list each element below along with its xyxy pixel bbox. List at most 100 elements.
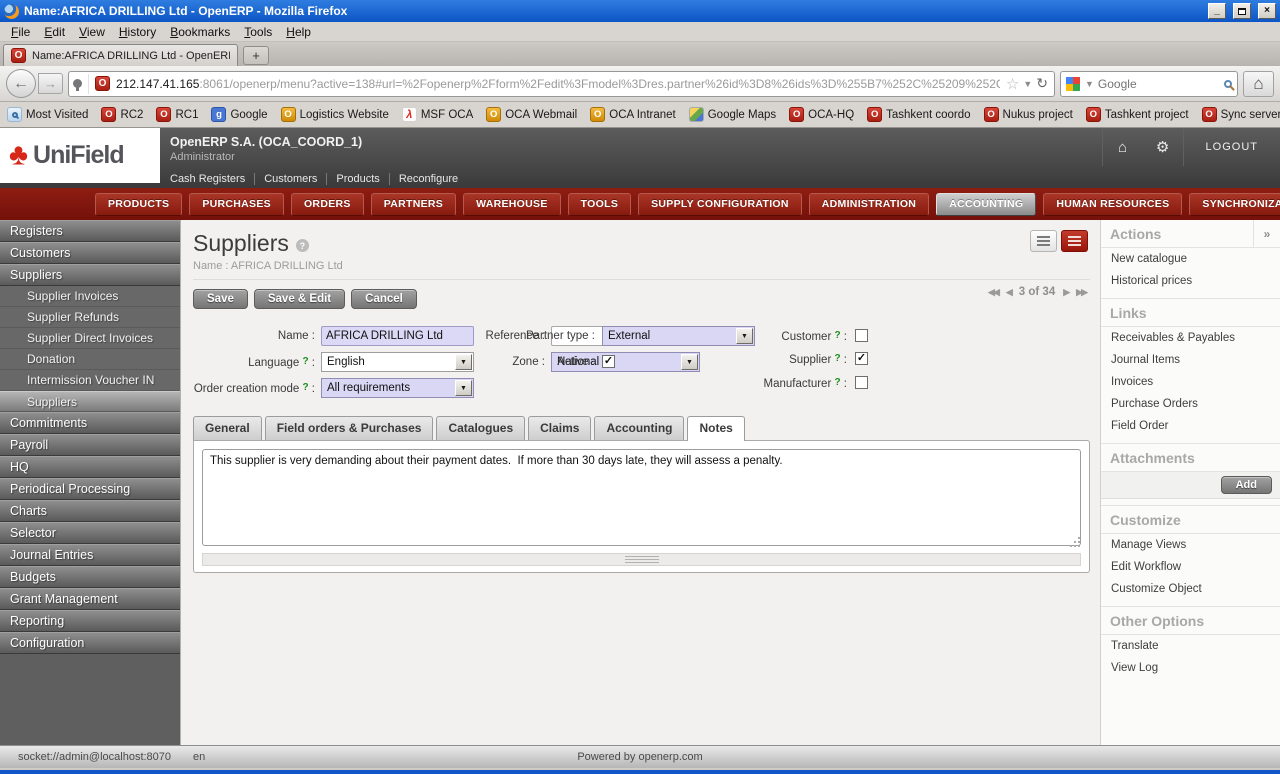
panel-resize-handle[interactable]	[202, 553, 1081, 566]
save-edit-button[interactable]: Save & Edit	[253, 289, 346, 309]
active-checkbox[interactable]	[602, 355, 615, 368]
bookmark-tashkent-coordo[interactable]: O Tashkent coordo	[867, 107, 971, 122]
bookmark-msf-oca[interactable]: λ MSF OCA	[401, 107, 473, 122]
nav-supply-configuration[interactable]: SUPPLY CONFIGURATION	[638, 192, 802, 216]
shortcut-products[interactable]: Products	[327, 173, 390, 185]
bookmark-google[interactable]: g Google	[211, 107, 268, 122]
sidebar-item-budgets[interactable]: Budgets	[0, 566, 180, 588]
nav-warehouse[interactable]: WAREHOUSE	[463, 192, 561, 216]
previous-page-icon[interactable]: ◀	[1006, 287, 1013, 298]
nav-products[interactable]: PRODUCTS	[95, 192, 183, 216]
close-button[interactable]: ×	[1258, 3, 1276, 19]
home-icon[interactable]: ⌂	[1103, 139, 1143, 156]
bookmark-sync-server[interactable]: O Sync server	[1201, 107, 1280, 122]
sidebar-item-selector[interactable]: Selector	[0, 522, 180, 544]
sidebar-item-periodical-processing[interactable]: Periodical Processing	[0, 478, 180, 500]
save-button[interactable]: Save	[193, 289, 248, 309]
sidebar-item-configuration[interactable]: Configuration	[0, 632, 180, 654]
sidebar-item-hq[interactable]: HQ	[0, 456, 180, 478]
sidebar-item-supplier-direct-invoices[interactable]: Supplier Direct Invoices	[0, 328, 180, 349]
reload-icon[interactable]: ↻	[1036, 75, 1048, 92]
search-magnifier-icon[interactable]	[1224, 79, 1232, 88]
nav-human-resources[interactable]: HUMAN RESOURCES	[1043, 192, 1183, 216]
sidebar-item-charts[interactable]: Charts	[0, 500, 180, 522]
shortcut-customers[interactable]: Customers	[255, 173, 328, 185]
sidebar-item-donation[interactable]: Donation	[0, 349, 180, 370]
tab-catalogues[interactable]: Catalogues	[436, 416, 526, 440]
chevron-down-icon[interactable]: ▼	[455, 380, 472, 396]
link-invoices[interactable]: Invoices	[1101, 371, 1280, 393]
sidebar-item-customers[interactable]: Customers	[0, 242, 180, 264]
new-tab-button[interactable]: +	[243, 46, 269, 65]
tab-general[interactable]: General	[193, 416, 262, 440]
bookmark-oca-webmail[interactable]: O OCA Webmail	[486, 107, 577, 122]
site-identity-button[interactable]	[73, 73, 89, 94]
search-engine-dropdown-icon[interactable]: ▼	[1085, 79, 1094, 89]
help-icon[interactable]: ?	[295, 239, 309, 252]
bookmark-star-icon[interactable]: ☆	[1006, 75, 1019, 93]
customize-customize-object[interactable]: Customize Object	[1101, 578, 1280, 600]
minimize-button[interactable]: _	[1208, 3, 1226, 19]
sidebar-item-registers[interactable]: Registers	[0, 220, 180, 242]
bookmark-oca-hq[interactable]: O OCA-HQ	[789, 107, 854, 122]
sidebar-item-payroll[interactable]: Payroll	[0, 434, 180, 456]
next-page-icon[interactable]: ▶	[1063, 287, 1070, 298]
menu-file[interactable]: File	[4, 23, 37, 41]
menu-bookmarks[interactable]: Bookmarks	[163, 23, 237, 41]
sidebar-item-supplier-refunds[interactable]: Supplier Refunds	[0, 307, 180, 328]
notes-textarea[interactable]: This supplier is very demanding about th…	[202, 449, 1081, 546]
bookmark-google-maps[interactable]: Google Maps	[688, 107, 776, 122]
sidebar-item-intermission-voucher-in[interactable]: Intermission Voucher IN	[0, 370, 180, 391]
bookmark-logistics-website[interactable]: O Logistics Website	[280, 107, 389, 122]
tab-claims[interactable]: Claims	[528, 416, 592, 440]
sidebar-item-journal-entries[interactable]: Journal Entries	[0, 544, 180, 566]
bookmark-most-visited[interactable]: Most Visited	[7, 107, 88, 122]
back-button[interactable]: ←	[6, 69, 36, 98]
nav-orders[interactable]: ORDERS	[290, 192, 364, 216]
customize-manage-views[interactable]: Manage Views	[1101, 534, 1280, 556]
sidebar-item-supplier-invoices[interactable]: Supplier Invoices	[0, 286, 180, 307]
action-new-catalogue[interactable]: New catalogue	[1101, 248, 1280, 270]
last-page-icon[interactable]: ▶▶	[1076, 287, 1088, 298]
customer-checkbox[interactable]	[855, 329, 868, 342]
bookmark-tashkent-project[interactable]: O Tashkent project	[1085, 107, 1189, 122]
add-attachment-button[interactable]: Add	[1220, 476, 1272, 494]
restore-button[interactable]	[1233, 3, 1251, 19]
form-view-button[interactable]	[1061, 230, 1088, 252]
nav-synchronization[interactable]: SYNCHRONIZATION	[1189, 192, 1280, 216]
sidebar-item-grant-management[interactable]: Grant Management	[0, 588, 180, 610]
bookmark-oca-intranet[interactable]: O OCA Intranet	[590, 107, 676, 122]
bookmark-nukus-project[interactable]: O Nukus project	[983, 107, 1073, 122]
url-bar[interactable]: O 212.147.41.165:8061/openerp/menu?activ…	[68, 70, 1055, 97]
sidebar-item-suppliers[interactable]: Suppliers	[0, 264, 180, 286]
nav-accounting[interactable]: ACCOUNTING	[936, 192, 1037, 216]
list-view-button[interactable]	[1030, 230, 1057, 252]
sidebar-item-suppliers-selected[interactable]: Suppliers	[0, 391, 180, 412]
link-receivables-payables[interactable]: Receivables & Payables	[1101, 327, 1280, 349]
chevron-down-icon[interactable]: ▼	[681, 354, 698, 370]
order-creation-mode-select[interactable]: All requirements ▼	[321, 378, 474, 398]
menu-view[interactable]: View	[72, 23, 112, 41]
sidebar-item-commitments[interactable]: Commitments	[0, 412, 180, 434]
menu-edit[interactable]: Edit	[37, 23, 72, 41]
customize-edit-workflow[interactable]: Edit Workflow	[1101, 556, 1280, 578]
collapse-panel-icon[interactable]: »	[1253, 220, 1280, 247]
home-button[interactable]: ⌂	[1243, 70, 1274, 97]
search-box[interactable]: ▼	[1060, 70, 1238, 97]
nav-partners[interactable]: PARTNERS	[370, 192, 457, 216]
sidebar-item-reporting[interactable]: Reporting	[0, 610, 180, 632]
link-journal-items[interactable]: Journal Items	[1101, 349, 1280, 371]
browser-tab-active[interactable]: O Name:AFRICA DRILLING Ltd - OpenERP	[3, 44, 238, 66]
manufacturer-checkbox[interactable]	[855, 376, 868, 389]
other-view-log[interactable]: View Log	[1101, 657, 1280, 679]
nav-purchases[interactable]: PURCHASES	[189, 192, 284, 216]
link-field-order[interactable]: Field Order	[1101, 415, 1280, 437]
tab-accounting[interactable]: Accounting	[594, 416, 685, 440]
menu-history[interactable]: History	[112, 23, 163, 41]
menu-tools[interactable]: Tools	[237, 23, 279, 41]
cancel-button[interactable]: Cancel	[351, 289, 417, 309]
bookmark-rc2[interactable]: O RC2	[101, 107, 143, 122]
first-page-icon[interactable]: ◀◀	[988, 287, 1000, 298]
url-text[interactable]: 212.147.41.165:8061/openerp/menu?active=…	[116, 77, 1000, 91]
forward-button[interactable]: →	[38, 73, 63, 94]
